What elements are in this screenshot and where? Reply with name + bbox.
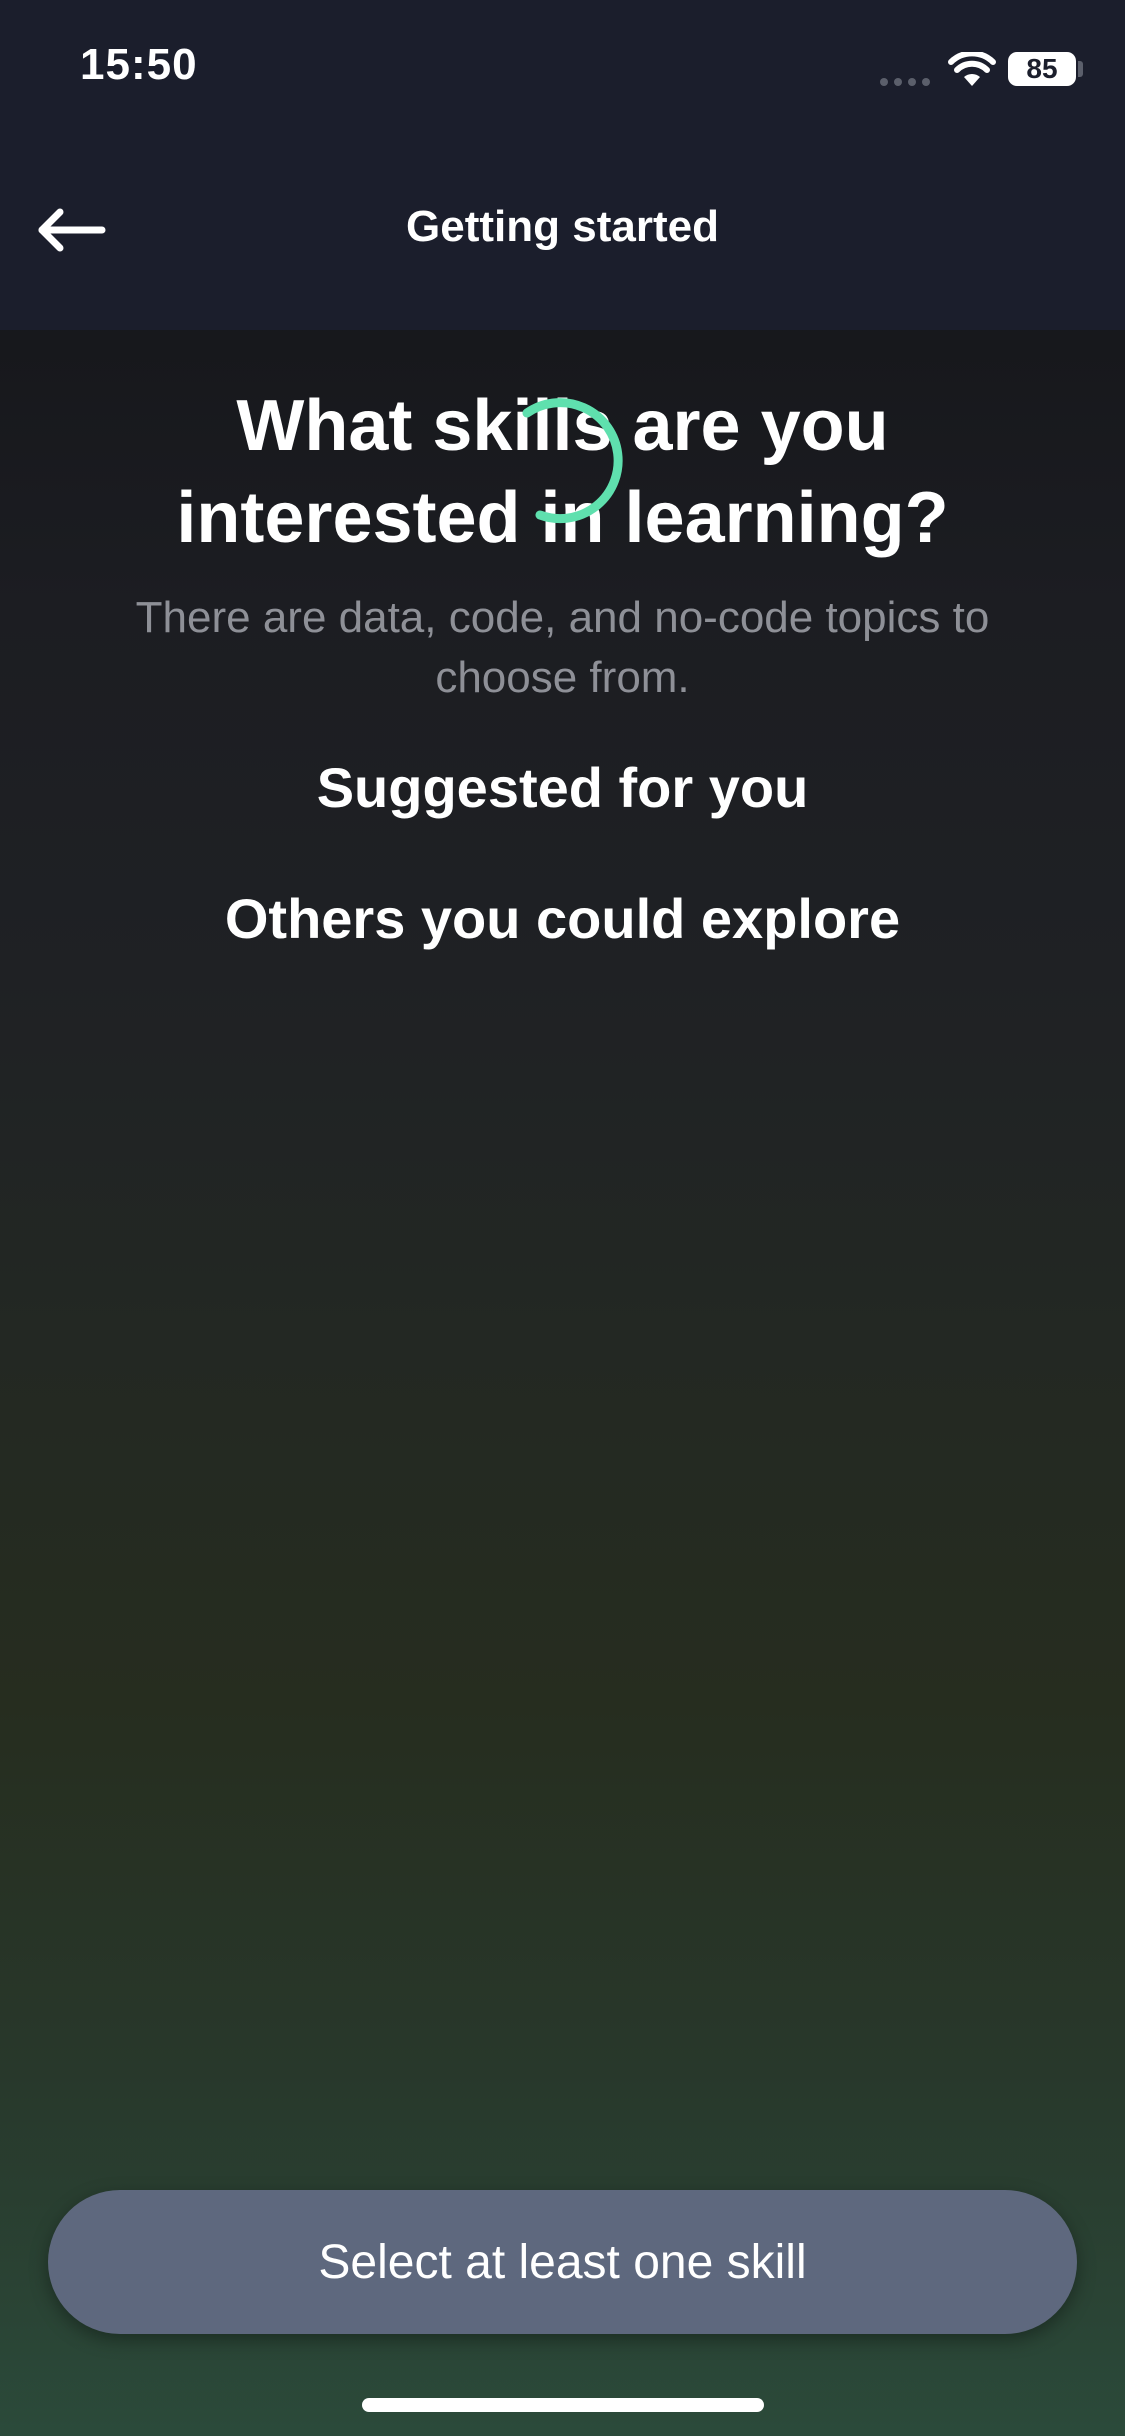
battery-tip	[1078, 61, 1083, 77]
others-section-heading: Others you could explore	[224, 887, 901, 950]
page-title: Getting started	[406, 202, 719, 251]
select-skill-button[interactable]: Select at least one skill	[48, 2190, 1077, 2334]
status-time: 15:50	[80, 40, 198, 89]
wifi-icon	[948, 52, 996, 86]
battery-icon: 85	[1008, 52, 1076, 86]
app-header: Getting started	[0, 180, 1125, 280]
cellular-signal-icon	[880, 78, 930, 86]
status-bar: 15:50 85	[0, 0, 1125, 140]
spinner-icon	[522, 398, 623, 524]
top-bar-background: 15:50 85 Getting started	[0, 0, 1125, 330]
skills-subtitle: There are data, code, and no-code topics…	[135, 593, 990, 702]
suggested-section-heading: Suggested for you	[316, 756, 809, 819]
home-indicator[interactable]	[362, 2398, 764, 2412]
